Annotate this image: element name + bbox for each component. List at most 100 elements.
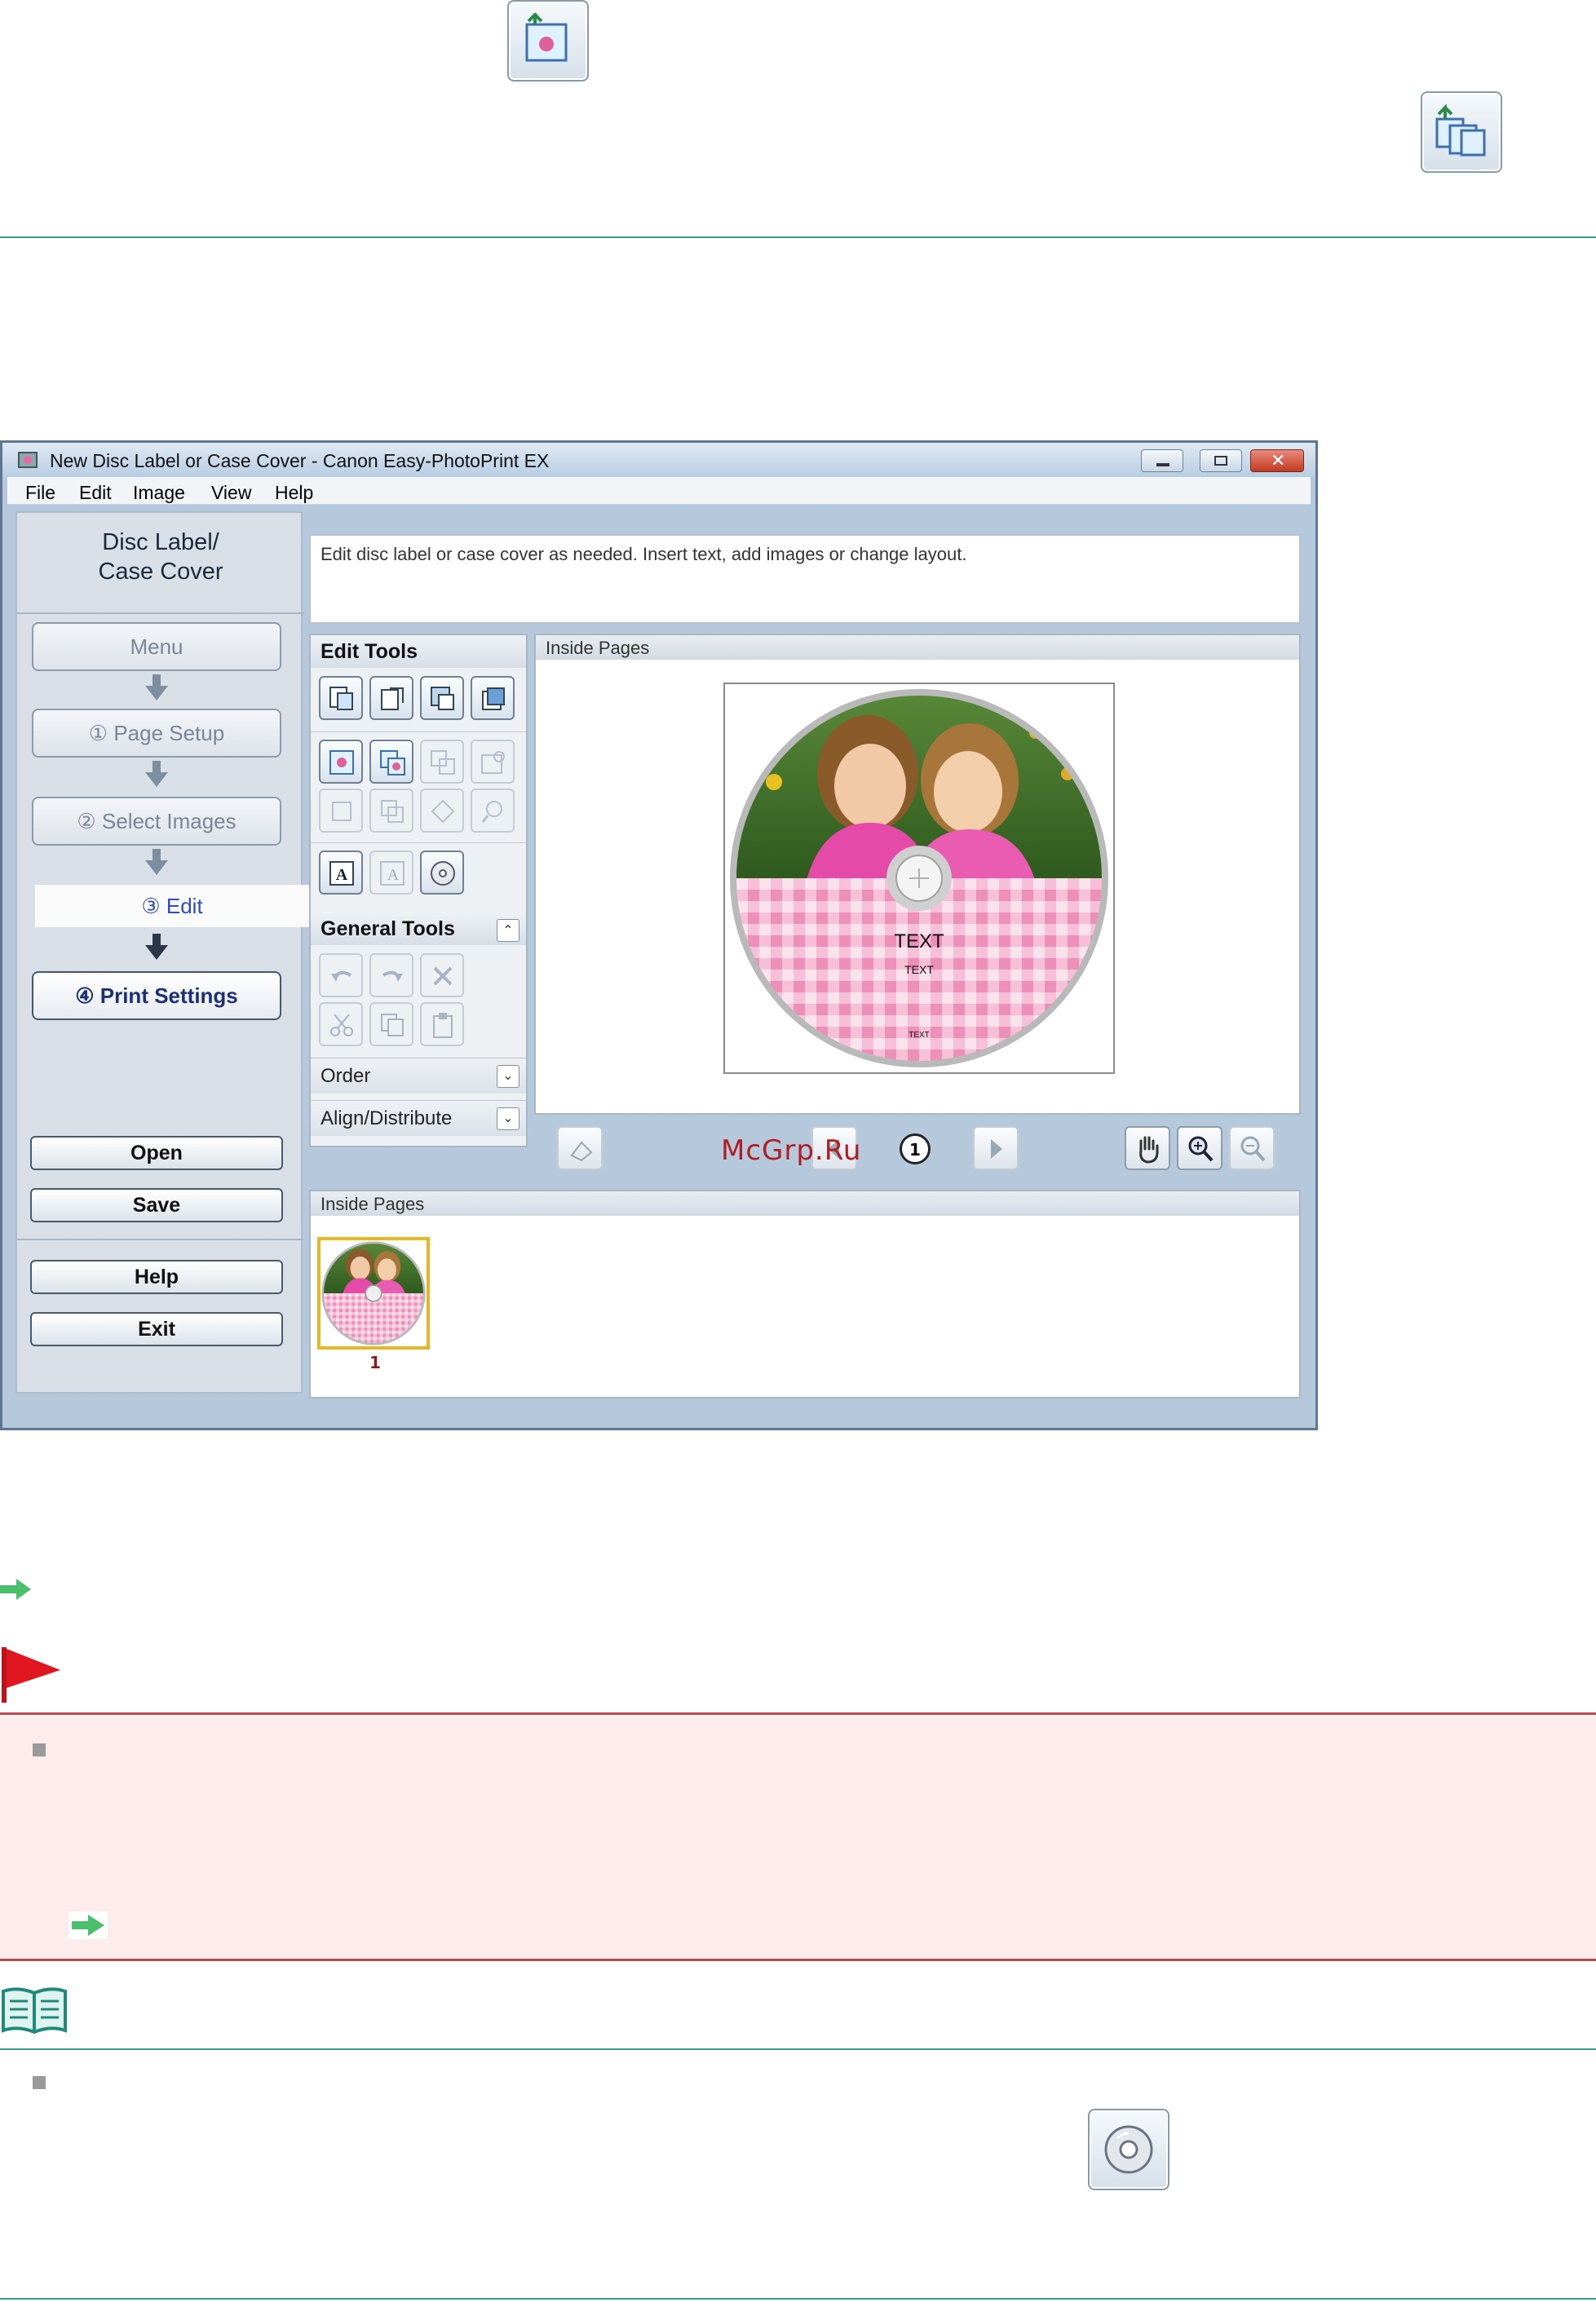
collapse-general-tools-button[interactable]: ⌃ (497, 919, 519, 942)
zoom-out-button[interactable] (1229, 1126, 1275, 1170)
caution-bottom-rule (0, 1959, 1596, 1961)
order-section[interactable]: Order ⌄ (311, 1058, 526, 1094)
menu-button[interactable]: Menu (32, 622, 281, 671)
layout-button[interactable] (319, 676, 363, 720)
paste-icon (433, 1013, 453, 1038)
edit-tools-heading: Edit Tools (311, 635, 526, 668)
align-distribute-section[interactable]: Align/Distribute ⌄ (311, 1100, 526, 1136)
copy-button[interactable] (369, 1002, 413, 1046)
minimize-icon (1156, 463, 1169, 466)
chevron-right-icon (991, 1139, 1002, 1159)
undo-icon (331, 970, 351, 982)
bullet (33, 1743, 46, 1756)
rotate-page-button[interactable] (557, 1126, 603, 1170)
watermark: McGrp.Ru (721, 1134, 862, 1167)
disc-label-preview[interactable]: TEXT TEXT TEXT (725, 684, 1113, 1072)
zoom-out-icon (1240, 1136, 1266, 1162)
step-arrow (153, 761, 161, 772)
expand-align-button[interactable]: ⌄ (497, 1107, 519, 1130)
edit-step-button[interactable]: ③ Edit (35, 885, 309, 927)
caution-top-rule (0, 1712, 1596, 1715)
caution-box (0, 1716, 1596, 1960)
open-button[interactable]: Open (30, 1136, 283, 1170)
redo-button[interactable] (369, 953, 413, 997)
section-divider (0, 236, 1596, 238)
menu-bar: File Edit Image View Help (7, 477, 1311, 505)
image-correct-icon (332, 802, 351, 821)
copy-image-button[interactable] (369, 789, 413, 833)
page-setup-button[interactable]: ① Page Setup (32, 709, 281, 758)
add-image-button[interactable] (319, 740, 363, 784)
frame-button[interactable] (471, 676, 515, 720)
step-arrow-head (145, 860, 168, 875)
delete-button[interactable] (420, 953, 464, 997)
next-page-button[interactable] (973, 1126, 1019, 1170)
cut-button[interactable] (319, 1002, 363, 1046)
disc-print-area-icon (1104, 2125, 1153, 2174)
menu-help[interactable]: Help (275, 482, 313, 504)
exit-button[interactable]: Exit (30, 1312, 283, 1346)
divider (17, 1239, 304, 1240)
step-arrow (153, 849, 161, 860)
edit-text-button[interactable]: A (369, 851, 413, 895)
effects-button[interactable] (471, 789, 515, 833)
link-arrow-icon[interactable] (69, 1911, 108, 1942)
disc-text-small[interactable]: TEXT (904, 963, 934, 976)
print-area-button[interactable] (420, 851, 464, 895)
divider (17, 612, 304, 614)
background-icon (431, 687, 454, 710)
insert-images-button (1421, 91, 1502, 173)
menu-view[interactable]: View (211, 482, 251, 504)
disc-text-tiny[interactable]: TEXT (909, 1031, 930, 1040)
note-divider (0, 2048, 1596, 2050)
align-distribute-label: Align/Distribute (321, 1107, 453, 1129)
maximize-button[interactable] (1200, 449, 1242, 472)
rotate-button[interactable] (420, 789, 464, 833)
panel-title: Disc Label/ Case Cover (17, 528, 304, 586)
help-button[interactable]: Help (30, 1260, 283, 1294)
pan-button[interactable] (1125, 1126, 1170, 1170)
insert-images-icon (1435, 104, 1486, 157)
disc-canvas[interactable]: TEXT TEXT TEXT (723, 683, 1115, 1074)
disc-icon (431, 861, 455, 886)
trim-image-button[interactable] (471, 740, 515, 784)
add-text-button[interactable]: A (319, 851, 363, 895)
link-arrow-icon[interactable] (0, 1577, 33, 1605)
select-images-button[interactable]: ② Select Images (32, 797, 281, 846)
expand-order-button[interactable]: ⌄ (497, 1065, 519, 1088)
undo-button[interactable] (319, 953, 363, 997)
background-button[interactable] (420, 676, 464, 720)
paste-button[interactable] (420, 1002, 464, 1046)
minimize-button[interactable] (1141, 449, 1183, 472)
menu-edit[interactable]: Edit (79, 482, 112, 504)
save-button[interactable]: Save (30, 1188, 283, 1222)
panel-title-line1: Disc Label/ (102, 529, 219, 555)
disc-text-large[interactable]: TEXT (894, 930, 944, 952)
step-arrow-head (145, 772, 168, 787)
divider (311, 842, 526, 843)
copy-image-icon (381, 800, 404, 823)
page-layout-icon (381, 687, 404, 710)
step-arrow (153, 934, 161, 945)
print-area-reference-button (1088, 2109, 1169, 2190)
menu-image[interactable]: Image (133, 482, 185, 504)
layout2-button[interactable] (369, 676, 413, 720)
zoom-in-button[interactable] (1177, 1126, 1222, 1170)
page-thumbnail[interactable] (317, 1237, 430, 1350)
replace-image-button[interactable] (420, 740, 464, 784)
window-title: New Disc Label or Case Cover - Canon Eas… (50, 450, 550, 471)
bottom-divider (0, 2298, 1596, 2300)
rotate-page-icon (570, 1141, 593, 1162)
redo-icon (382, 970, 403, 982)
add-images-button[interactable] (369, 740, 413, 784)
trim-image-icon (481, 751, 505, 774)
general-tools-heading: General Tools (311, 912, 526, 945)
delete-icon (433, 966, 453, 986)
image-correct-button[interactable] (319, 789, 363, 833)
preview-panel: Inside Pages TEXT TEXT TEXT (534, 634, 1301, 1115)
close-button[interactable]: ✕ (1250, 449, 1304, 472)
menu-file[interactable]: File (25, 482, 55, 504)
svg-text:A: A (387, 866, 400, 884)
print-settings-button[interactable]: ④ Print Settings (32, 971, 281, 1020)
rotate-icon (431, 799, 455, 824)
